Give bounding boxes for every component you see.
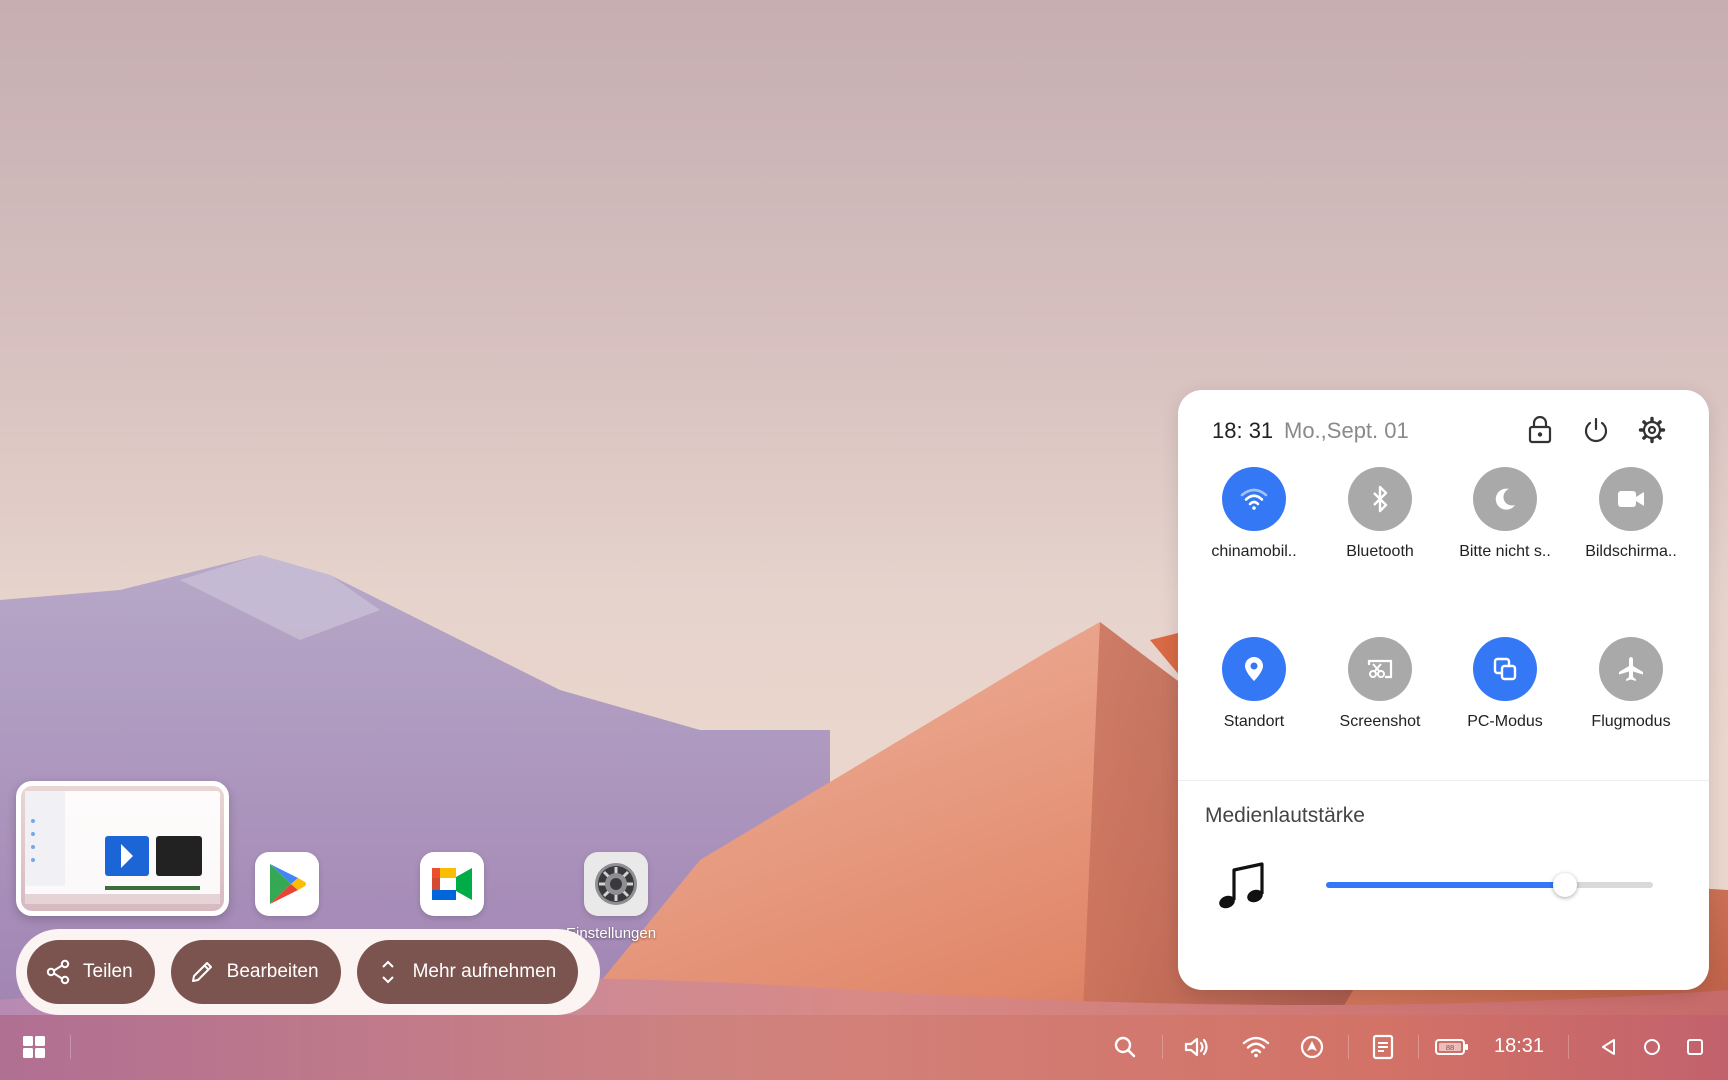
battery-level-text: 88 — [1446, 1043, 1454, 1052]
tile-dnd-label: Bitte nicht s.. — [1459, 543, 1551, 560]
gear-icon — [1638, 416, 1666, 444]
tile-airplane-label: Flugmodus — [1591, 713, 1671, 730]
screenshot-action-bar: Teilen Bearbeiten Mehr aufnehmen — [16, 929, 600, 1015]
tile-wifi-toggle[interactable] — [1222, 467, 1286, 531]
meet-logo-icon — [432, 868, 472, 900]
taskbar-separator — [70, 1035, 71, 1059]
edit-label: Bearbeiten — [226, 961, 319, 982]
tile-airplane-toggle[interactable] — [1599, 637, 1663, 701]
tile-dnd-toggle[interactable] — [1473, 467, 1537, 531]
volume-icon — [1184, 1037, 1208, 1057]
tile-bluetooth-label: Bluetooth — [1346, 543, 1414, 560]
capture-more-button[interactable]: Mehr aufnehmen — [356, 940, 579, 1004]
screenshot-thumbnail-image — [25, 791, 220, 904]
tile-screen-record[interactable]: Bildschirma.. — [1571, 467, 1691, 561]
notes-button[interactable] — [1365, 1029, 1401, 1065]
panel-time: 18: 31 — [1212, 418, 1274, 443]
tile-bluetooth-toggle[interactable] — [1348, 467, 1412, 531]
tile-bluetooth[interactable]: Bluetooth — [1320, 467, 1440, 561]
music-note-icon — [1214, 860, 1270, 916]
search-icon — [1114, 1036, 1136, 1058]
navigation-button[interactable] — [1294, 1029, 1330, 1065]
tile-do-not-disturb[interactable]: Bitte nicht s.. — [1445, 467, 1565, 561]
taskbar-separator — [1568, 1035, 1569, 1059]
lock-icon — [1528, 416, 1552, 444]
taskbar: 88 18:31 — [0, 1015, 1728, 1080]
tile-location-label: Standort — [1223, 713, 1285, 730]
power-button[interactable] — [1580, 414, 1612, 446]
recents-icon — [1687, 1039, 1703, 1055]
screenshot-preview[interactable] — [16, 781, 229, 916]
tile-wifi-label: chinamobil.. — [1211, 543, 1297, 560]
media-volume-title: Medienlautstärke — [1205, 804, 1365, 827]
media-volume-slider[interactable] — [1326, 873, 1653, 897]
bluetooth-icon — [1373, 485, 1388, 513]
taskbar-separator — [1162, 1035, 1163, 1059]
edit-button[interactable]: Bearbeiten — [170, 940, 341, 1004]
settings-gear-icon — [595, 863, 637, 905]
recents-button[interactable] — [1677, 1029, 1713, 1065]
tile-screenshot-label: Screenshot — [1339, 713, 1421, 730]
video-camera-icon — [1618, 491, 1644, 507]
wifi-status-button[interactable] — [1238, 1029, 1274, 1065]
play-store-icon[interactable] — [255, 852, 319, 916]
back-button[interactable] — [1591, 1029, 1627, 1065]
taskbar-separator — [1418, 1035, 1419, 1059]
tile-screenshot[interactable]: Screenshot — [1320, 637, 1440, 731]
tile-wifi[interactable]: chinamobil.. — [1194, 467, 1314, 561]
taskbar-separator — [1348, 1035, 1349, 1059]
play-store-logo-icon — [270, 864, 306, 904]
share-button[interactable]: Teilen — [27, 940, 155, 1004]
lock-button[interactable] — [1524, 414, 1556, 446]
panel-date: Mo.,Sept. 01 — [1284, 418, 1409, 443]
home-button[interactable] — [1634, 1029, 1670, 1065]
google-meet-icon[interactable] — [420, 852, 484, 916]
app-launcher-button[interactable] — [16, 1029, 52, 1065]
tile-pc-mode-toggle[interactable] — [1473, 637, 1537, 701]
pencil-icon — [191, 962, 212, 982]
wifi-icon — [1240, 488, 1268, 510]
tile-screenshot-toggle[interactable] — [1348, 637, 1412, 701]
power-icon — [1584, 417, 1608, 443]
notes-icon — [1372, 1034, 1394, 1060]
wifi-icon — [1242, 1036, 1270, 1058]
tile-screen-record-label: Bildschirma.. — [1585, 543, 1677, 560]
share-icon — [46, 959, 70, 985]
settings-button[interactable] — [1636, 414, 1668, 446]
battery-icon: 88 — [1435, 1039, 1468, 1055]
tile-pc-mode[interactable]: PC-Modus — [1445, 637, 1565, 731]
search-button[interactable] — [1107, 1029, 1143, 1065]
panel-divider — [1178, 780, 1709, 781]
back-icon — [1602, 1039, 1615, 1055]
tile-airplane-mode[interactable]: Flugmodus — [1571, 637, 1691, 731]
tile-location[interactable]: Standort — [1194, 637, 1314, 731]
einstellungen-app-icon[interactable] — [584, 852, 648, 916]
tile-location-toggle[interactable] — [1222, 637, 1286, 701]
media-volume-fill — [1326, 882, 1565, 888]
home-icon — [1644, 1039, 1660, 1055]
tile-pc-mode-label: PC-Modus — [1467, 713, 1543, 730]
taskbar-clock[interactable]: 18:31 — [1494, 1035, 1544, 1058]
pc-mode-icon — [1493, 657, 1517, 681]
media-volume-thumb[interactable] — [1552, 873, 1577, 897]
battery-button[interactable]: 88 — [1432, 1029, 1472, 1065]
capture-more-label: Mehr aufnehmen — [412, 961, 557, 982]
location-pin-icon — [1245, 657, 1263, 681]
expand-vertical-icon — [381, 960, 394, 984]
quick-settings-panel: 18: 31 Mo.,Sept. 01 chinamobil.. Bluetoo… — [1178, 390, 1709, 990]
airplane-icon — [1619, 657, 1643, 681]
moon-icon — [1495, 488, 1515, 510]
navigation-icon — [1300, 1035, 1324, 1059]
tile-screen-record-toggle[interactable] — [1599, 467, 1663, 531]
app-launcher-icon — [23, 1036, 45, 1058]
volume-button[interactable] — [1179, 1029, 1215, 1065]
screenshot-icon — [1367, 659, 1393, 679]
share-label: Teilen — [83, 961, 133, 982]
